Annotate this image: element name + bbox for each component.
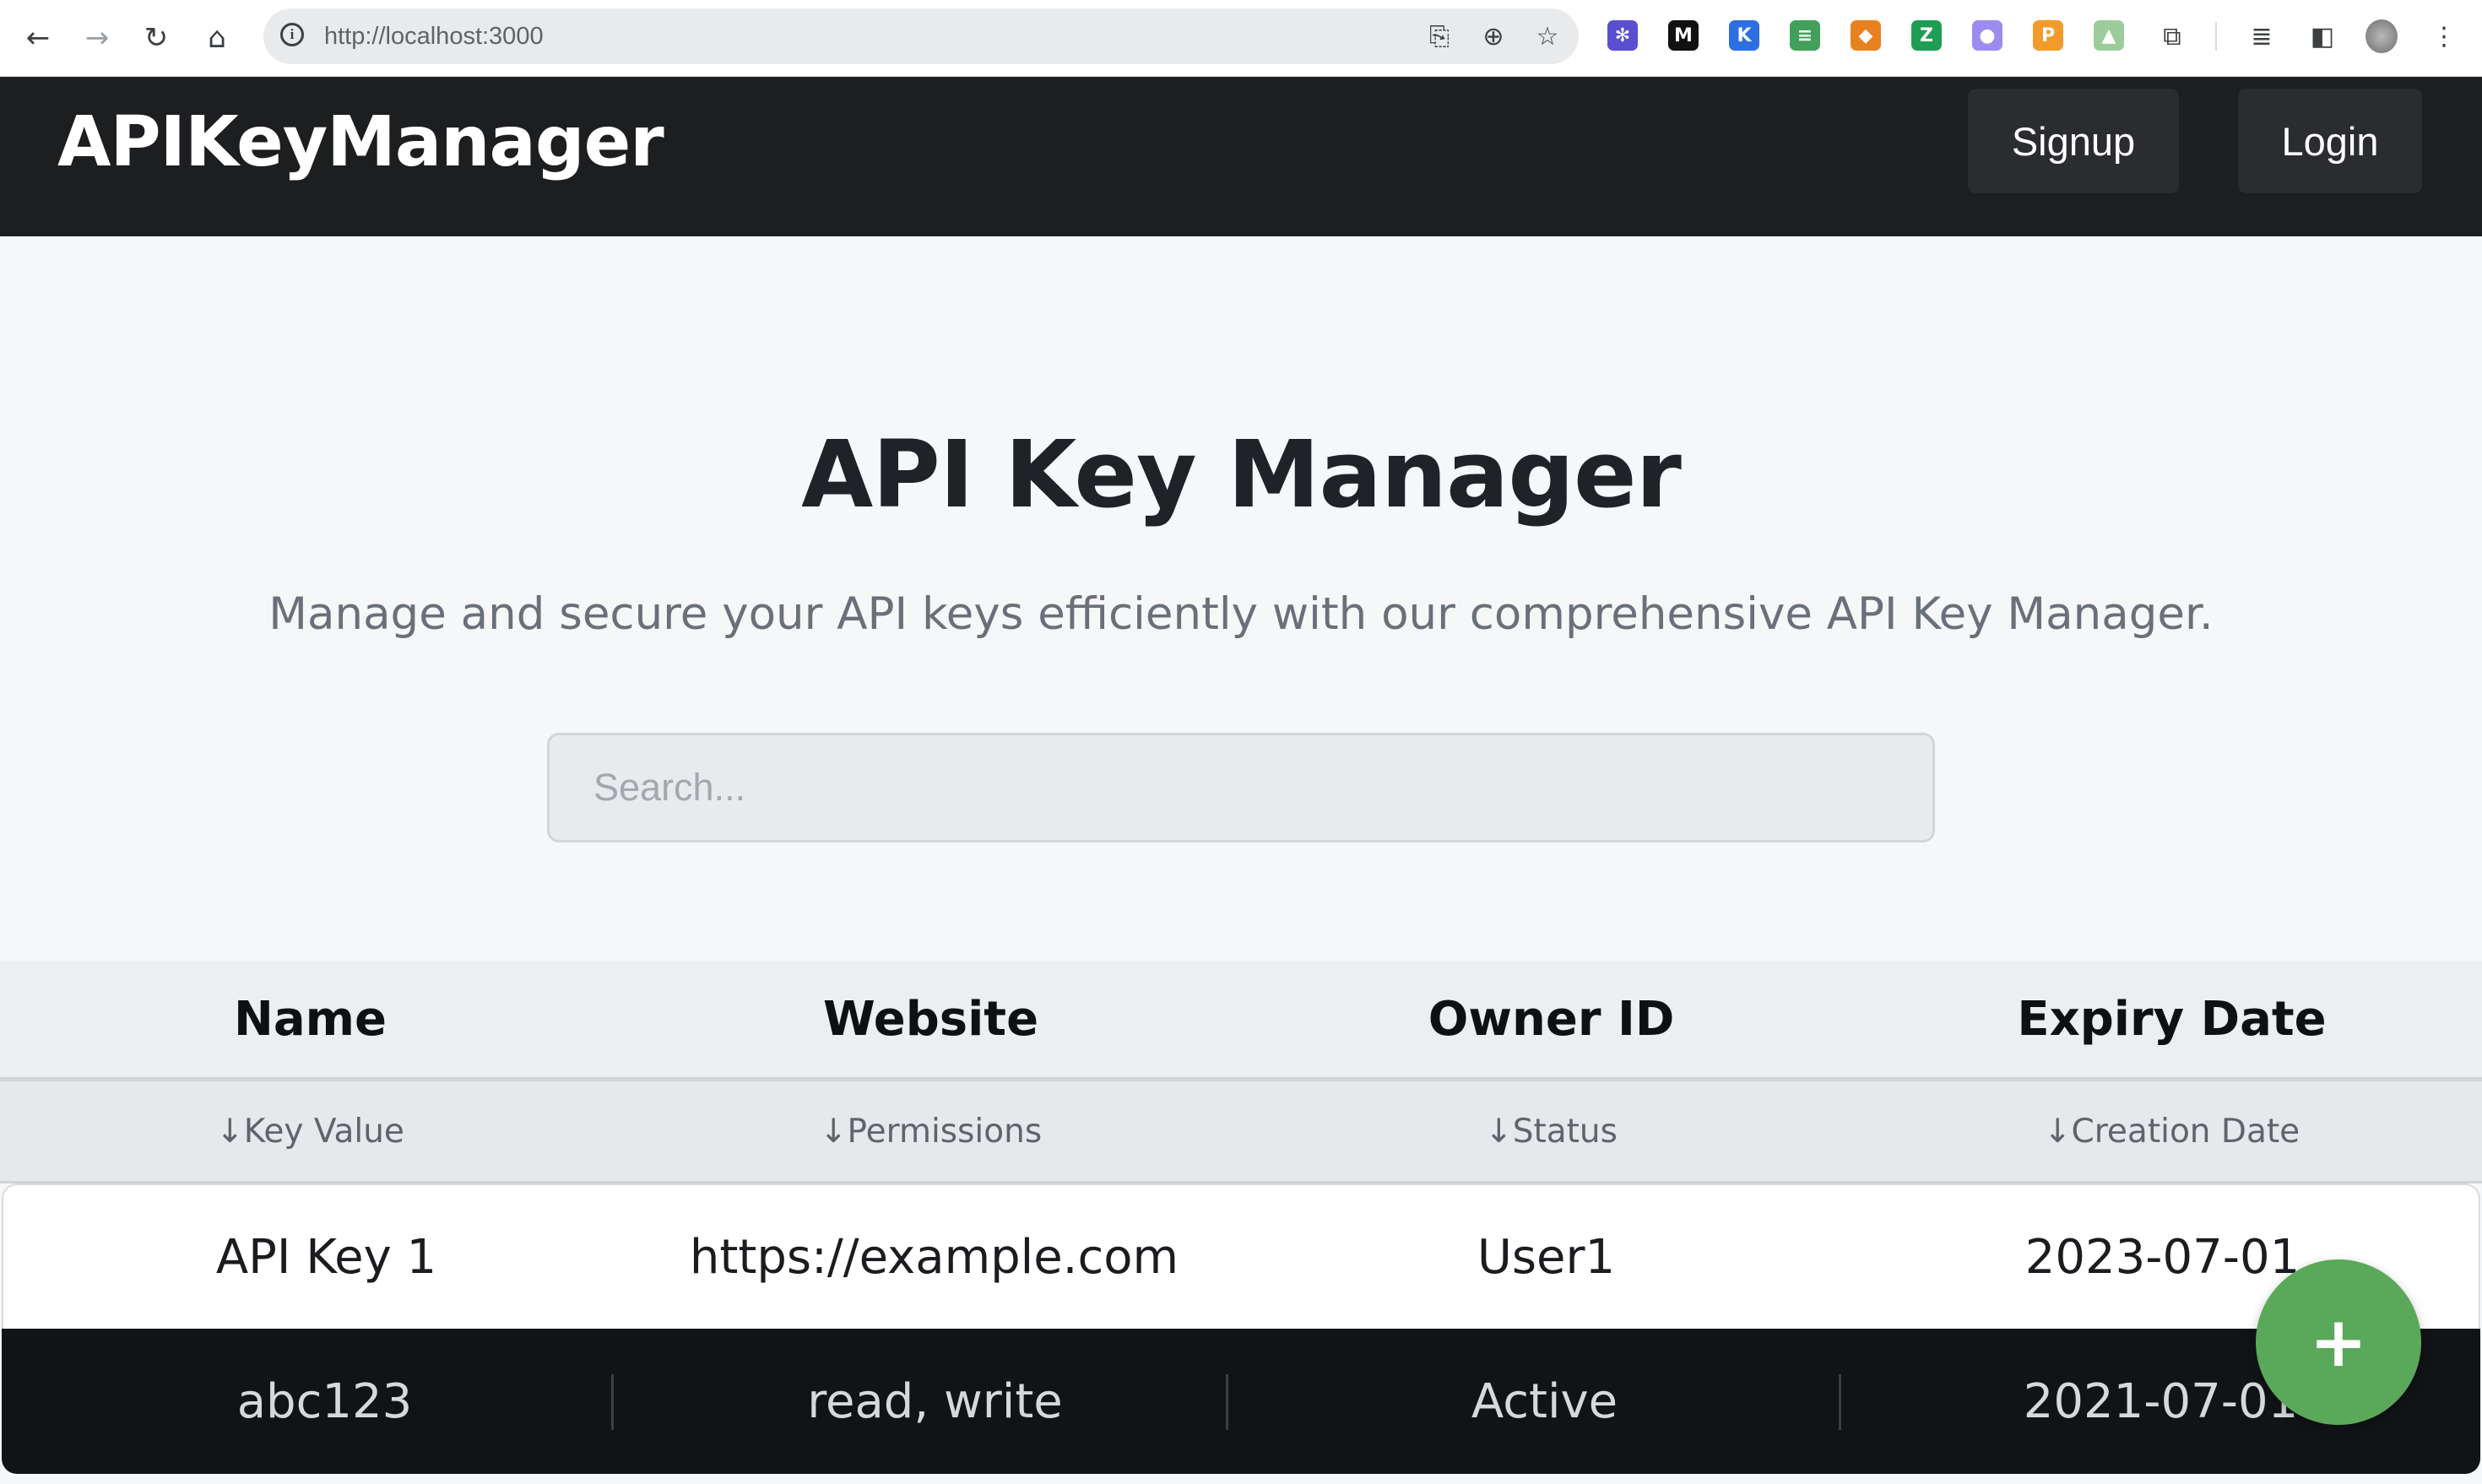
browser-toolbar: ← → ↻ ⌂ i http://localhost:3000 ⎘ ⊕ ☆ ✻ M… bbox=[0, 0, 2482, 77]
site-info-icon[interactable]: i bbox=[280, 23, 304, 46]
medium-extension-icon[interactable]: M bbox=[1668, 20, 1699, 51]
cell-name: API Key 1 bbox=[215, 1229, 437, 1285]
page-subtitle: Manage and secure your API keys efficien… bbox=[268, 588, 2214, 640]
add-key-button[interactable]: + bbox=[2256, 1259, 2421, 1425]
toolbar-divider bbox=[2215, 22, 2217, 51]
zoom-icon[interactable]: ⊕ bbox=[1477, 20, 1509, 52]
bookmark-star-icon[interactable]: ☆ bbox=[1531, 20, 1563, 52]
table-subheader: ↓Key Value ↓Permissions ↓Status ↓Creatio… bbox=[0, 1081, 2482, 1183]
login-button[interactable]: Login bbox=[2238, 89, 2422, 193]
column-header-name[interactable]: Name bbox=[0, 961, 620, 1077]
column-header-owner-id[interactable]: Owner ID bbox=[1241, 961, 1862, 1077]
star-burst-extension-icon[interactable]: ✻ bbox=[1607, 20, 1638, 51]
table-row[interactable]: API Key 1 https://example.com User1 2023… bbox=[2, 1183, 2480, 1329]
app-navbar: APIKeyManager Signup Login bbox=[0, 77, 2482, 236]
coin-extension-icon[interactable]: P bbox=[2033, 20, 2063, 51]
sort-permissions[interactable]: ↓Permissions bbox=[620, 1081, 1241, 1181]
cell-owner-id: User1 bbox=[1477, 1229, 1616, 1285]
k-extension-icon[interactable]: K bbox=[1729, 20, 1759, 51]
cell-permissions: read, write bbox=[807, 1373, 1063, 1429]
profile-avatar[interactable] bbox=[2365, 19, 2398, 53]
browser-menu-icon[interactable]: ⋮ bbox=[2428, 20, 2460, 52]
z-extension-icon[interactable]: Z bbox=[1911, 20, 1942, 51]
column-header-website[interactable]: Website bbox=[620, 961, 1241, 1077]
stack-extension-icon[interactable]: ≡ bbox=[1790, 20, 1820, 51]
cell-key-value: abc123 bbox=[236, 1373, 413, 1429]
reload-icon[interactable]: ↻ bbox=[135, 17, 177, 59]
media-queue-icon[interactable]: ≣ bbox=[2246, 20, 2278, 52]
search-input[interactable] bbox=[547, 733, 1935, 842]
forward-icon[interactable]: → bbox=[76, 17, 118, 59]
back-icon[interactable]: ← bbox=[17, 17, 59, 59]
brand-logo[interactable]: APIKeyManager bbox=[57, 102, 664, 182]
cell-status: Active bbox=[1471, 1373, 1618, 1429]
fox-extension-icon[interactable]: ◆ bbox=[1851, 20, 1881, 51]
bird-extension-icon[interactable]: ● bbox=[1972, 20, 2002, 51]
cell-divider bbox=[1839, 1374, 1841, 1430]
signup-button[interactable]: Signup bbox=[1968, 89, 2179, 193]
install-app-icon[interactable]: ⎘ bbox=[1423, 20, 1455, 52]
puzzle-extensions-icon[interactable]: ⧉ bbox=[2156, 20, 2188, 52]
address-url[interactable]: http://localhost:3000 bbox=[324, 23, 544, 51]
dinosaur-extension-icon[interactable]: ▲ bbox=[2094, 20, 2124, 51]
cell-website[interactable]: https://example.com bbox=[624, 1185, 1244, 1329]
table-row-details[interactable]: abc123 read, write Active 2021-07-01 bbox=[2, 1329, 2480, 1474]
column-header-expiry-date[interactable]: Expiry Date bbox=[1862, 961, 2482, 1077]
sort-creation-date[interactable]: ↓Creation Date bbox=[1862, 1081, 2482, 1181]
sort-status[interactable]: ↓Status bbox=[1241, 1081, 1862, 1181]
table-header: Name Website Owner ID Expiry Date bbox=[0, 961, 2482, 1081]
cell-divider bbox=[611, 1374, 614, 1430]
address-bar[interactable]: i http://localhost:3000 ⎘ ⊕ ☆ bbox=[263, 8, 1579, 64]
page-title: API Key Manager bbox=[801, 420, 1682, 528]
sort-key-value[interactable]: ↓Key Value bbox=[0, 1081, 620, 1181]
cell-divider bbox=[1226, 1374, 1228, 1430]
home-icon[interactable]: ⌂ bbox=[196, 17, 238, 59]
side-panel-icon[interactable]: ◧ bbox=[2306, 20, 2338, 52]
